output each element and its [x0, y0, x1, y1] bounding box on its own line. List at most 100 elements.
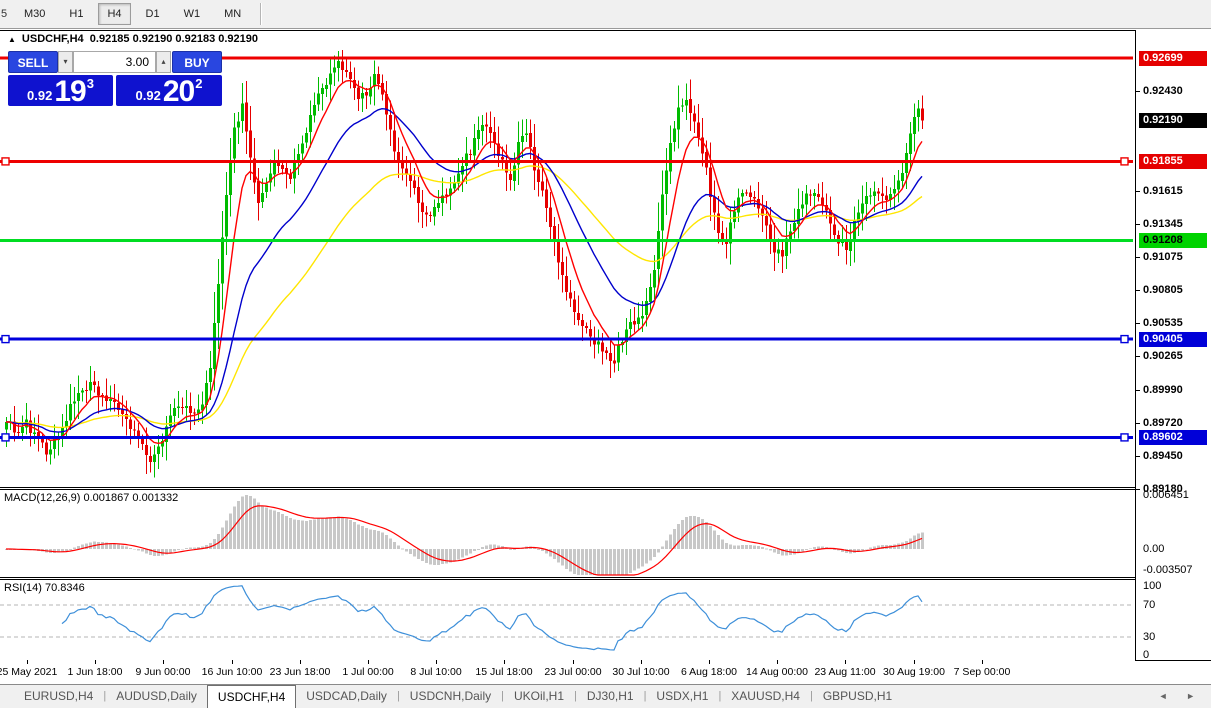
axis-tick-mark	[1136, 489, 1140, 490]
macd-indicator-label: MACD(12,26,9) 0.001867 0.001332	[4, 492, 178, 504]
timeframe-button-h1[interactable]: H1	[60, 3, 92, 25]
chart-tab-bar: EURUSD,H4|AUDUSD,DailyUSDCHF,H4USDCAD,Da…	[0, 684, 1211, 708]
chart-tab-ukoil-h1[interactable]: UKOil,H1	[504, 685, 574, 708]
chart-title: ▲ USDCHF,H4 0.92185 0.92190 0.92183 0.921…	[8, 33, 258, 45]
chart-tab-usdcnh-daily[interactable]: USDCNH,Daily	[400, 685, 501, 708]
time-axis-label: 8 Jul 10:00	[410, 666, 461, 678]
ask-price-box[interactable]: 0.92 20 2	[116, 75, 222, 106]
time-tick-mark	[95, 660, 96, 664]
time-axis-label: 15 Jul 18:00	[475, 666, 532, 678]
collapse-triangle-icon[interactable]: ▲	[8, 35, 16, 44]
price-axis-label: 0.90535	[1143, 316, 1183, 330]
axis-tick-mark	[1136, 290, 1140, 291]
price-axis-label: 0.90805	[1143, 283, 1183, 297]
time-axis-label: 30 Jul 10:00	[612, 666, 669, 678]
price-axis-label: 0.89720	[1143, 416, 1183, 430]
price-badge-red: 0.92699	[1139, 51, 1207, 66]
chart-tab-xauusd-h4[interactable]: XAUUSD,H4	[721, 685, 810, 708]
time-axis[interactable]: 25 May 2021 1 Jun 18:00 9 Jun 00:00 16 Jun …	[0, 660, 1135, 684]
ask-pip-digit: 2	[195, 76, 202, 91]
line-handle	[1121, 434, 1128, 441]
time-tick-mark	[368, 660, 369, 664]
macd-axis-label: 0.00	[1143, 543, 1164, 556]
trade-controls-row: SELL ▾ 3.00 ▴ BUY	[8, 51, 222, 73]
macd-axis-label: 0.006451	[1143, 489, 1189, 502]
axis-tick-mark	[1136, 91, 1140, 92]
axis-tick-mark	[1136, 224, 1140, 225]
time-axis-label: 1 Jul 00:00	[342, 666, 393, 678]
price-axis-label: 0.89990	[1143, 383, 1183, 397]
volume-decrease-button[interactable]: ▾	[58, 51, 73, 73]
bid-pip-digit: 3	[87, 76, 94, 91]
time-tick-mark	[573, 660, 574, 664]
volume-increase-button[interactable]: ▴	[156, 51, 171, 73]
rsi-indicator-label: RSI(14) 70.8346	[4, 582, 85, 594]
ask-prefix: 0.92	[136, 88, 161, 103]
price-badge-red: 0.91855	[1139, 154, 1207, 169]
time-axis-label: 23 Aug 11:00	[814, 666, 875, 678]
time-tick-mark	[709, 660, 710, 664]
price-axis-label: 0.90265	[1143, 349, 1183, 363]
time-axis-label: 6 Aug 18:00	[681, 666, 737, 678]
time-tick-mark	[232, 660, 233, 664]
axis-tick-mark	[1136, 456, 1140, 457]
price-axis[interactable]: 0.926990.924300.921900.918550.916150.913…	[1135, 30, 1211, 660]
timeframe-button-h4[interactable]: H4	[98, 3, 130, 25]
axis-tick-mark	[1136, 257, 1140, 258]
price-axis-label: 0.91345	[1143, 217, 1183, 231]
time-axis-label: 25 May 2021	[0, 666, 57, 678]
time-tick-mark	[777, 660, 778, 664]
axis-tick-mark	[1136, 423, 1140, 424]
price-badge-green: 0.91208	[1139, 233, 1207, 248]
timeframe-partial[interactable]: 5	[1, 8, 9, 20]
time-tick-mark	[641, 660, 642, 664]
macd-axis-label: -0.003507	[1143, 564, 1193, 577]
chart-tab-usdchf-h4[interactable]: USDCHF,H4	[207, 685, 296, 708]
price-axis-label: 0.91075	[1143, 250, 1183, 264]
time-tick-mark	[27, 660, 28, 664]
bid-prefix: 0.92	[27, 88, 52, 103]
time-axis-label: 14 Aug 00:00	[746, 666, 808, 678]
line-handle	[2, 336, 9, 343]
chart-tab-usdcad-daily[interactable]: USDCAD,Daily	[296, 685, 397, 708]
chart-tab-dj30-h1[interactable]: DJ30,H1	[577, 685, 644, 708]
timeframe-button-m30[interactable]: M30	[15, 3, 54, 25]
rsi-panel[interactable]	[0, 580, 1135, 660]
line-handle	[1121, 336, 1128, 343]
price-axis-label: 0.91615	[1143, 184, 1183, 198]
chart-ohlc-values: 0.92185 0.92190 0.92183 0.92190	[90, 33, 258, 45]
tab-scroll-arrows[interactable]: ◄ ►	[1159, 685, 1203, 708]
one-click-trading-panel: SELL ▾ 3.00 ▴ BUY 0.92 19 3 0.92 20 2	[8, 51, 222, 106]
axis-tick-mark	[1136, 356, 1140, 357]
volume-input[interactable]: 3.00	[73, 51, 156, 73]
time-axis-label: 16 Jun 10:00	[202, 666, 263, 678]
time-axis-label: 1 Jun 18:00	[68, 666, 123, 678]
ask-big-digits: 20	[163, 78, 194, 106]
time-tick-mark	[436, 660, 437, 664]
chart-tab-gbpusd-h1[interactable]: GBPUSD,H1	[813, 685, 902, 708]
bid-price-box[interactable]: 0.92 19 3	[8, 75, 113, 106]
rsi-axis-label: 30	[1143, 631, 1155, 644]
time-tick-mark	[914, 660, 915, 664]
macd-signal-line	[6, 506, 922, 575]
sell-button[interactable]: SELL	[8, 51, 58, 73]
price-axis-label: 0.89450	[1143, 449, 1183, 463]
chart-tab-usdx-h1[interactable]: USDX,H1	[646, 685, 718, 708]
rsi-axis-label: 70	[1143, 599, 1155, 612]
rsi-axis-label: 0	[1143, 649, 1149, 662]
axis-tick-mark	[1136, 191, 1140, 192]
timeframe-button-d1[interactable]: D1	[137, 3, 169, 25]
time-tick-mark	[504, 660, 505, 664]
timeframe-button-w1[interactable]: W1	[175, 3, 210, 25]
time-axis-label: 7 Sep 00:00	[954, 666, 1011, 678]
timeframe-button-mn[interactable]: MN	[215, 3, 250, 25]
time-axis-label: 9 Jun 00:00	[136, 666, 191, 678]
chart-symbol: USDCHF,H4	[22, 33, 84, 45]
time-tick-mark	[982, 660, 983, 664]
buy-button[interactable]: BUY	[172, 51, 222, 73]
chart-tab-eurusd-h4[interactable]: EURUSD,H4	[14, 685, 103, 708]
chart-tab-audusd-daily[interactable]: AUDUSD,Daily	[106, 685, 207, 708]
axis-tick-mark	[1136, 323, 1140, 324]
price-badge-blue: 0.90405	[1139, 332, 1207, 347]
moving-average-55	[6, 166, 922, 428]
